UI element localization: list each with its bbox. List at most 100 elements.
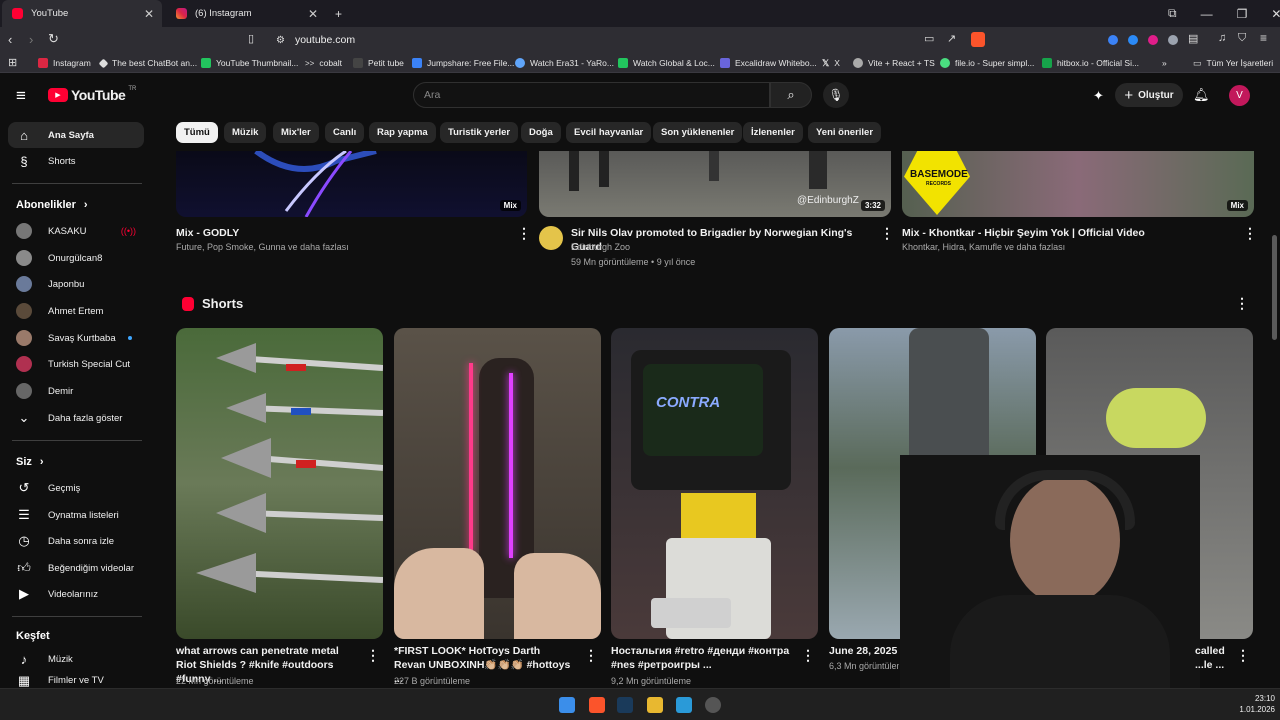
chip-pets[interactable]: Evcil hayvanlar — [566, 122, 652, 143]
hamburger-menu-icon[interactable]: ≡ — [16, 86, 26, 106]
bookmarks-overflow[interactable]: » — [1162, 53, 1167, 73]
chip-live[interactable]: Canlı — [325, 122, 365, 143]
youtube-logo[interactable]: ▶ YouTube TR — [48, 86, 136, 103]
bookmark-icon[interactable]: ▯ — [248, 32, 254, 45]
extension-puzzle-icon[interactable]: ✦ — [1093, 88, 1104, 104]
extensions-icon[interactable]: ⧉ — [1168, 6, 1177, 21]
brave-shields-icon[interactable] — [971, 32, 985, 47]
more-options-icon[interactable]: ⋮ — [517, 226, 531, 240]
bookmark-item[interactable]: Watch Global & Loc... — [618, 53, 715, 73]
sidebar-item-your-videos[interactable]: ▶ Videolarınız — [8, 581, 144, 607]
chip-new-to-you[interactable]: Yeni öneriler — [808, 122, 882, 143]
maximize-icon[interactable]: ❐ — [1237, 7, 1248, 21]
channel-avatar[interactable] — [539, 226, 563, 250]
page-scrollbar[interactable] — [1272, 235, 1277, 340]
more-options-icon[interactable]: ⋮ — [801, 648, 815, 662]
chip-music[interactable]: Müzik — [224, 122, 267, 143]
short-title[interactable]: Ностальгия #retro #денди #контра #nes #р… — [611, 644, 791, 672]
menu-icon[interactable]: ≡ — [1260, 31, 1267, 45]
short-title[interactable]: June 28, 2025 — [829, 644, 899, 658]
back-icon[interactable]: ‹ — [8, 32, 12, 47]
bookmark-item[interactable]: YouTube Thumbnail... — [201, 53, 298, 73]
bookmark-item[interactable]: 𝕏X — [822, 53, 840, 73]
extension-icon[interactable] — [1168, 35, 1178, 45]
address-bar[interactable]: ⚙ youtube.com — [270, 29, 1020, 51]
apps-grid-icon[interactable]: ⊞ — [8, 56, 17, 69]
short-thumbnail[interactable]: CONTRA — [611, 328, 818, 639]
shield-icon[interactable]: ⛉ — [1238, 32, 1246, 45]
bookmark-item[interactable]: Instagram — [38, 53, 91, 73]
extension-icon[interactable] — [1108, 35, 1118, 45]
bookmark-item[interactable]: >> cobalt — [305, 53, 342, 73]
create-button[interactable]: + Oluştur — [1115, 83, 1183, 107]
steam-icon[interactable] — [617, 697, 633, 713]
music-icon[interactable]: ♫ — [1218, 32, 1226, 44]
video-thumbnail[interactable]: BASEMODE RECORDS Mix — [902, 151, 1254, 217]
channel-name[interactable]: Edinburgh Zoo — [571, 241, 630, 254]
search-button[interactable]: ⌕ — [770, 82, 812, 108]
sidebar-sub-item[interactable]: KASAKU ((•)) — [8, 218, 144, 244]
chip-tourist-places[interactable]: Turistik yerler — [440, 122, 519, 143]
sidebar-sub-item[interactable]: Onurgülcan8 — [8, 245, 144, 271]
close-window-icon[interactable]: ✕ — [1271, 7, 1280, 21]
share-icon[interactable]: ↗ — [947, 32, 956, 45]
cast-icon[interactable]: ▭ — [924, 32, 934, 45]
sidebar-item-liked[interactable]: 👍︎ Beğendiğim videolar — [8, 555, 144, 581]
you-header[interactable]: Siz › — [16, 456, 44, 468]
notifications-bell-icon[interactable]: 🔔︎ — [1193, 87, 1210, 103]
chip-mixes[interactable]: Mix'ler — [273, 122, 319, 143]
video-thumbnail[interactable]: @EdinburghZ 3:32 — [539, 151, 891, 217]
sidebar-sub-item[interactable]: Savaş Kurtbaba — [8, 325, 144, 351]
video-thumbnail[interactable]: Mix — [176, 151, 527, 217]
start-menu-icon[interactable] — [559, 697, 575, 713]
sidebar-sub-item[interactable]: Turkish Special Cut — [8, 351, 144, 377]
account-avatar[interactable]: V — [1229, 85, 1250, 106]
bookmark-item[interactable]: Vite + React + TS — [853, 53, 935, 73]
more-options-icon[interactable]: ⋮ — [366, 648, 380, 662]
tab-youtube[interactable]: YouTube ✕ — [2, 0, 162, 27]
sidebar-sub-item[interactable]: Demir — [8, 378, 144, 404]
extension-icon[interactable] — [1128, 35, 1138, 45]
bookmark-item[interactable]: Excalidraw Whitebo... — [720, 53, 817, 73]
video-title[interactable]: Mix - Khontkar - Hiçbir Şeyim Yok | Offi… — [902, 226, 1232, 240]
chip-recently-uploaded[interactable]: Son yüklenenler — [653, 122, 743, 143]
new-tab-icon[interactable]: + — [335, 0, 342, 27]
sidebar-item-music[interactable]: ♪ Müzik — [8, 646, 144, 672]
chip-nature[interactable]: Doğa — [521, 122, 561, 143]
short-thumbnail[interactable] — [176, 328, 383, 639]
close-tab-icon[interactable]: ✕ — [308, 7, 318, 21]
sidebar-item-playlists[interactable]: ☰ Oynatma listeleri — [8, 502, 144, 528]
app-icon[interactable] — [676, 697, 692, 713]
close-tab-icon[interactable]: ✕ — [144, 7, 154, 21]
short-title[interactable]: called ...le ... — [1195, 644, 1235, 672]
bookmark-item[interactable]: The best ChatBot an... — [98, 53, 197, 73]
subscriptions-header[interactable]: Abonelikler › — [16, 199, 88, 211]
sidebar-item-movies[interactable]: ▦ Filmler ve TV — [8, 673, 144, 688]
bookmark-item[interactable]: hitbox.io - Official Si... — [1042, 53, 1139, 73]
reload-icon[interactable]: ↻ — [48, 31, 59, 47]
more-options-icon[interactable]: ⋮ — [1243, 226, 1257, 240]
sidebar-sub-item[interactable]: Ahmet Ertem — [8, 298, 144, 324]
bookmark-item[interactable]: Watch Era31 - YaRo... — [515, 53, 614, 73]
forward-icon[interactable]: › — [29, 32, 33, 47]
sidebar-item-shorts[interactable]: § Shorts — [8, 148, 144, 174]
more-options-icon[interactable]: ⋮ — [1235, 296, 1249, 310]
bookmark-item[interactable]: Petit tube — [353, 53, 404, 73]
more-options-icon[interactable]: ⋮ — [880, 226, 894, 240]
bookmark-item[interactable]: Jumpshare: Free File... — [412, 53, 514, 73]
chip-rap[interactable]: Rap yapma — [369, 122, 436, 143]
voice-search-button[interactable]: 🎙 — [823, 82, 849, 108]
file-explorer-icon[interactable] — [647, 697, 663, 713]
search-input[interactable]: Ara — [413, 82, 770, 108]
all-bookmarks[interactable]: ▭ Tüm Yer İşaretleri — [1193, 53, 1273, 73]
sidebar-item-watch-later[interactable]: ◷ Daha sonra izle — [8, 528, 144, 554]
bookmark-item[interactable]: file.io - Super simpl... — [940, 53, 1034, 73]
minimize-icon[interactable]: — — [1201, 7, 1213, 21]
tab-instagram[interactable]: (6) Instagram ✕ — [166, 0, 326, 27]
sidebar-show-more[interactable]: ⌄ Daha fazla göster — [8, 405, 144, 431]
brave-browser-icon[interactable] — [589, 697, 605, 713]
more-options-icon[interactable]: ⋮ — [584, 648, 598, 662]
sidebar-item-home[interactable]: ⌂ Ana Sayfa — [8, 122, 144, 148]
system-clock[interactable]: 23:10 1.01.2026 — [1215, 693, 1275, 715]
chip-all[interactable]: Tümü — [176, 122, 218, 143]
